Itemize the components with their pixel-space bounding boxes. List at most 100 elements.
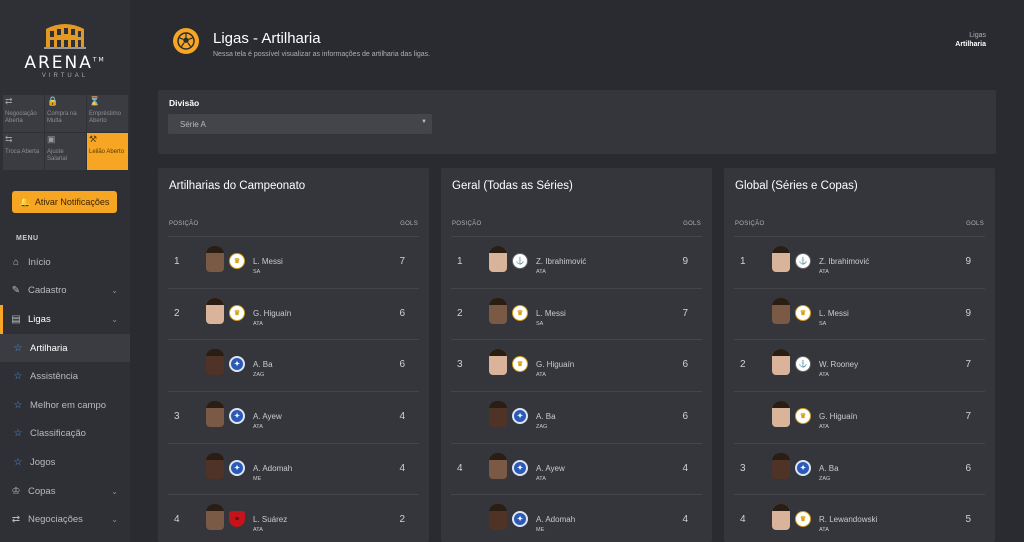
player-name: L. Messi [536,308,566,318]
soccer-ball-icon [173,28,199,54]
player-name: A. Ba [819,463,839,473]
column-header-position: POSIÇÃO [452,221,482,227]
rank: 2 [740,359,746,371]
sidebar-item-negociacoes[interactable]: ⇄ Negociações ⌄ [0,505,130,534]
quick-link-2[interactable]: ⌛ Empréstimo Aberto [87,95,128,132]
table-row[interactable]: ✦ A. Adomah ME 4 [168,444,419,496]
chevron-down-icon: ⌄ [111,486,118,496]
table-row[interactable]: ♛ L. Messi SA 9 [734,289,985,341]
column-header-goals: GOLS [683,221,701,227]
player-photo [772,246,790,272]
player-name: G. Higuaín [536,360,575,370]
table-row[interactable]: ✦ A. Ba ZAG 6 [168,340,419,393]
table-row[interactable]: 4 ✦ A. Ayew ATA 4 [451,444,702,496]
logo-subtitle: VIRTUAL [41,73,89,79]
club-badge-icon: ✦ [229,459,245,476]
table-row[interactable]: ✦ A. Ba ZAG 6 [451,392,702,444]
breadcrumb-ligas[interactable]: Ligas [955,31,986,40]
sidebar-item-cadastro[interactable]: ✎ Cadastro ⌄ [0,277,130,306]
arena-logo[interactable]: ARENATM VIRTUAL [0,0,130,90]
player-photo [772,297,790,324]
player-photo [489,401,507,428]
table-row[interactable]: 2 ♛ L. Messi SA 7 [451,289,702,341]
player-position: SA [819,320,827,327]
breadcrumb: Ligas Artilharia [955,31,986,49]
table-row[interactable]: 4 ≡ L. Suárez ATA 2 [168,495,419,542]
player-photo [772,452,790,479]
table-row[interactable]: 1 ⚓ Z. Ibrahimović ATA 9 [734,237,985,289]
card-title: Artilharias do Campeonato [169,180,306,192]
club-badge-icon: ≡ [229,511,245,528]
goals-count: 4 [399,462,405,474]
quick-link-1[interactable]: 🔒 Compra na Multa [45,95,86,132]
player-photo [206,452,224,479]
table-row[interactable]: 2 ♛ G. Higuaín ATA 6 [168,289,419,341]
table-row[interactable]: 3 ✦ A. Ayew ATA 4 [168,392,419,444]
column-header-goals: GOLS [966,221,984,227]
quick-link-3[interactable]: ⇆ Troca Aberta [3,133,44,170]
sidebar-item-label: Início [28,256,51,268]
table-row[interactable]: 2 ⚓ W. Rooney ATA 7 [734,340,985,393]
sidebar-item-ligas[interactable]: ▤ Ligas ⌄ [0,305,130,334]
player-photo [772,401,790,428]
table-row[interactable]: 1 ⚓ Z. Ibrahimović ATA 9 [451,237,702,289]
player-name: A. Ayew [536,463,565,473]
quick-link-0[interactable]: ⇄ Negociação Aberta [3,95,44,132]
sidebar-item-label: Classificação [30,428,86,440]
table-row[interactable]: ✦ A. Adomah ME 4 [451,495,702,542]
sidebar-item-assistencia[interactable]: ☆ Assistência [0,362,130,391]
trophy-icon: ♔ [11,485,21,497]
scorers-list: 1 ⚓ Z. Ibrahimović ATA 9 ♛ L. Messi SA 9 2 ⚓ W. Roo… [734,236,985,542]
player-position: ATA [819,527,829,534]
goals-count: 4 [399,411,405,423]
division-select[interactable]: Série A ▼ [168,114,432,134]
table-row[interactable]: ♛ G. Higuaín ATA 7 [734,392,985,444]
activate-notifications-button[interactable]: 🔔 Ativar Notificações [12,191,117,213]
page-title: Ligas - Artilharia [213,30,321,47]
rank: 3 [740,462,746,474]
sidebar-item-label: Copas [28,485,56,497]
sidebar-item-copas[interactable]: ♔ Copas ⌄ [0,477,130,506]
player-name: A. Adomah [253,463,293,473]
column-header-position: POSIÇÃO [735,221,765,227]
table-row[interactable]: 3 ♛ G. Higuaín ATA 6 [451,340,702,393]
table-row[interactable]: 4 ♛ R. Lewandowski ATA 5 [734,495,985,542]
club-badge-icon: ✦ [229,356,245,373]
sidebar: ARENATM VIRTUAL ⇄ Negociação Aberta 🔒 Compr… [0,0,130,542]
goals-count: 7 [965,411,971,423]
player-position: ATA [536,269,546,275]
sidebar-item-jogos[interactable]: ☆ Jogos [0,448,130,477]
scorers-card-2: Global (Séries e Copas) POSIÇÃO GOLS 1 ⚓ Z. I… [724,168,995,542]
ligas-icon: ▤ [11,313,21,325]
player-position: ATA [253,527,263,534]
quick-link-5[interactable]: ⚒ Leilão Aberto [87,133,128,170]
sidebar-item-melhor[interactable]: ☆ Melhor em campo [0,391,130,420]
goals-count: 4 [682,514,688,526]
sidebar-item-label: Artilharia [30,342,68,354]
player-position: ATA [819,424,829,431]
division-label: Divisão [169,98,200,108]
player-name: G. Higuaín [253,308,292,318]
chevron-down-icon: ⌄ [111,515,118,525]
sidebar-item-classificacao[interactable]: ☆ Classificação [0,420,130,449]
logo-wordmark: ARENATM [24,53,106,73]
player-position: ME [253,475,262,482]
table-row[interactable]: 3 ✦ A. Ba ZAG 6 [734,444,985,496]
goals-count: 7 [965,359,971,371]
club-badge-icon: ✦ [512,459,528,476]
quick-links-grid: ⇄ Negociação Aberta 🔒 Compra na Multa ⌛ Empré… [3,95,128,170]
quick-link-4[interactable]: ▣ Ajuste Salarial [45,133,86,170]
sidebar-item-artilharia[interactable]: ☆ Artilharia [0,333,130,363]
sidebar-item-inicio[interactable]: ⌂ Início [0,248,130,277]
player-name: Z. Ibrahimović [819,257,870,266]
player-photo [772,349,790,376]
player-position: ATA [536,372,546,379]
player-name: A. Ba [536,412,556,422]
player-photo [489,504,507,531]
player-photo [206,246,224,272]
table-row[interactable]: 1 ♛ L. Messi SA 7 [168,237,419,289]
player-photo [206,349,224,376]
club-badge-icon: ✦ [795,459,811,476]
quick-link-label: Ajuste Salarial [47,149,68,162]
sidebar-item-label: Ligas [28,313,51,325]
